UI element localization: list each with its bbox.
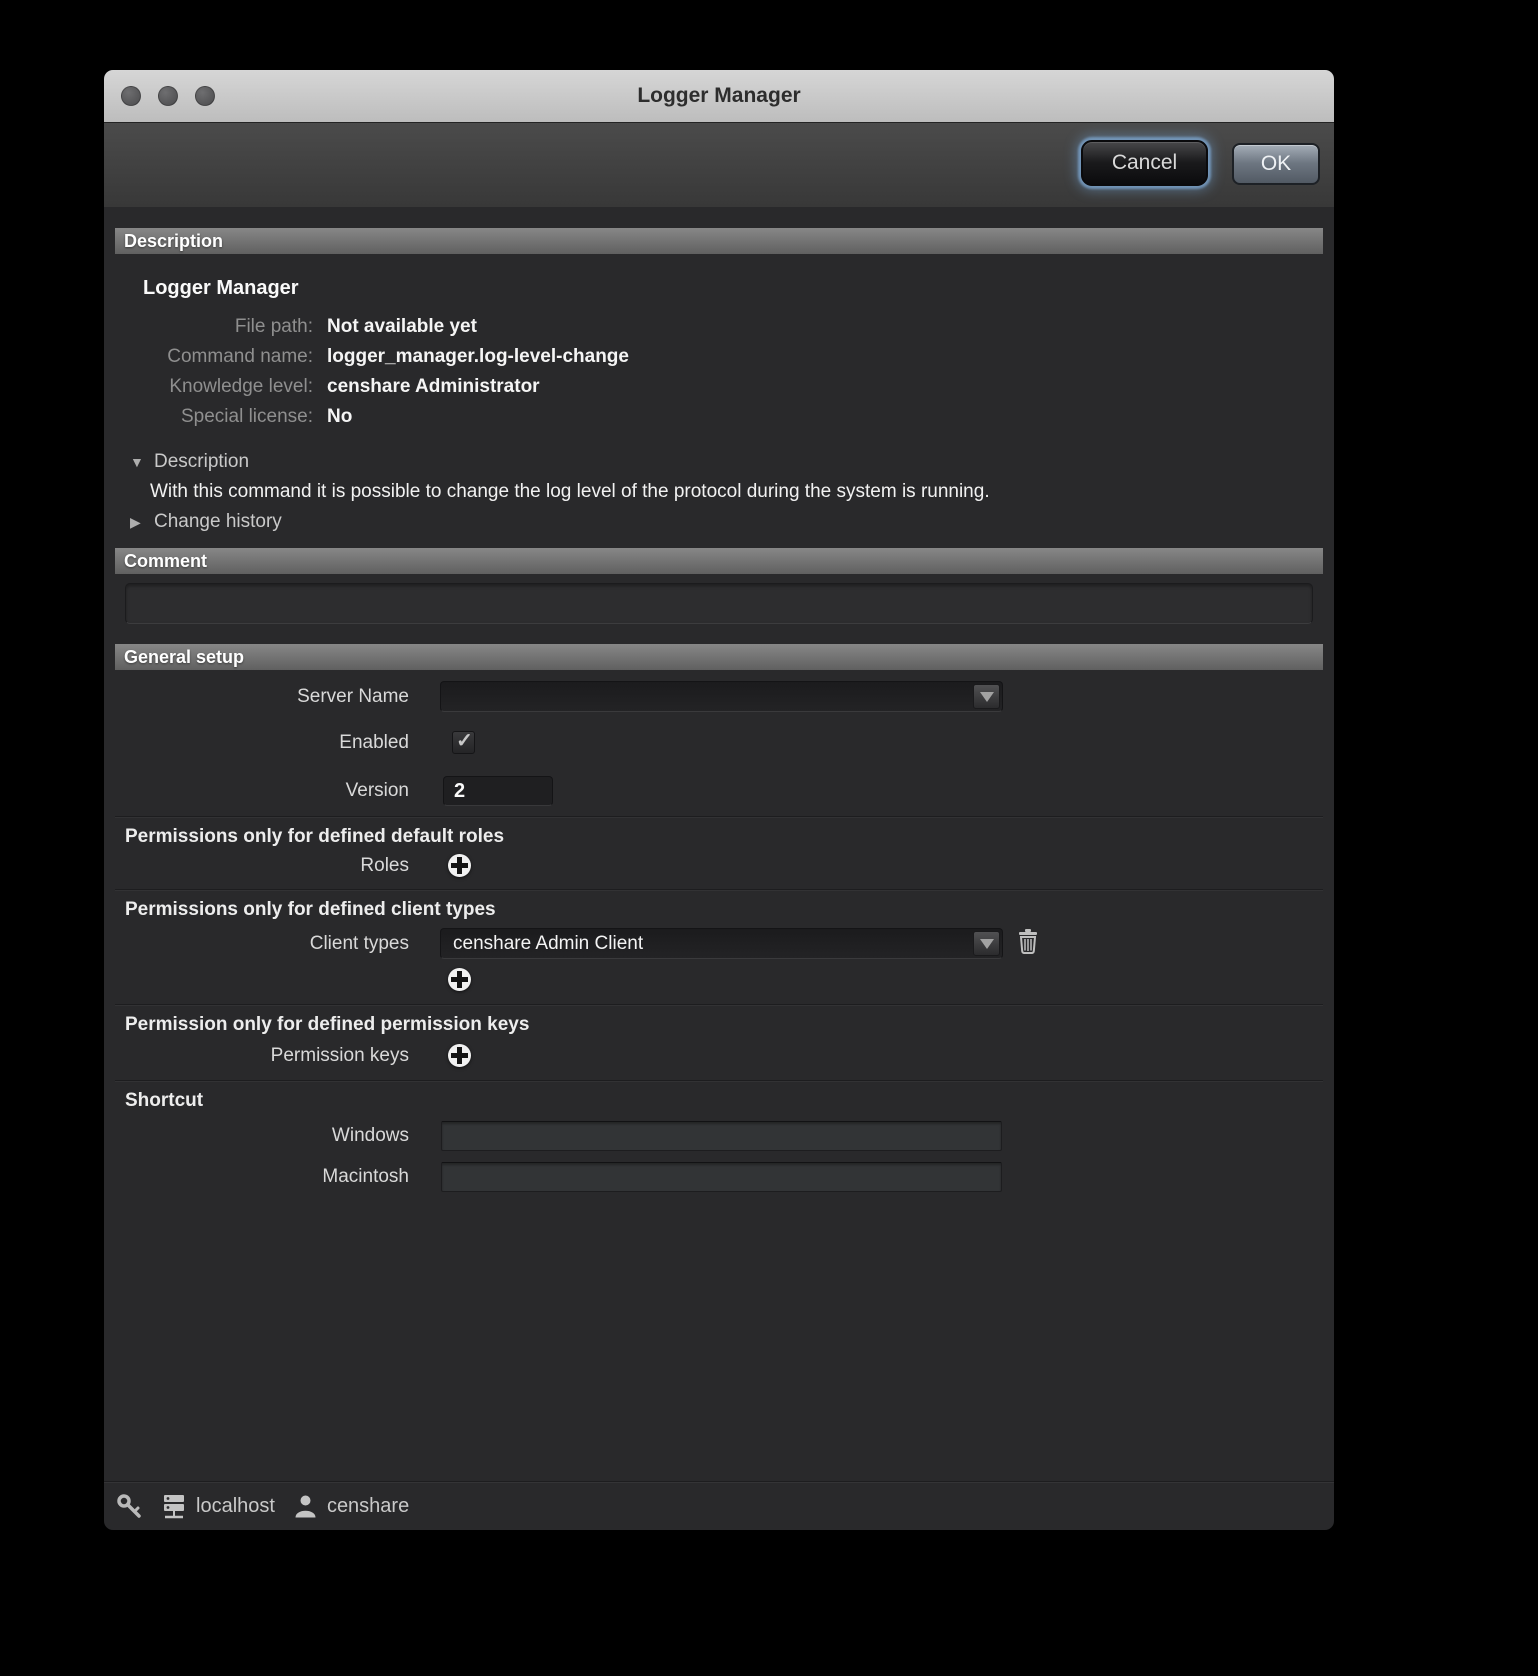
server-name-dropdown[interactable] — [440, 681, 1003, 712]
comment-textarea[interactable] — [125, 583, 1313, 624]
field-label: Command name: — [115, 342, 313, 372]
minimize-window-button[interactable] — [158, 86, 178, 106]
section-divider — [115, 1004, 1323, 1006]
add-client-type-button[interactable] — [448, 968, 471, 991]
window-titlebar: Logger Manager — [104, 70, 1334, 122]
description-toggle-label: Description — [154, 451, 249, 472]
field-label: File path: — [115, 312, 313, 342]
client-types-label: Client types — [115, 933, 409, 955]
disclosure-open-icon: ▼ — [130, 448, 154, 476]
description-text: With this command it is possible to chan… — [150, 478, 1323, 506]
field-value: Not available yet — [327, 312, 1323, 342]
dialog-toolbar: Cancel OK — [104, 122, 1334, 207]
window-controls — [121, 86, 215, 106]
server-name-label: Server Name — [115, 686, 409, 708]
client-type-selected-value: censhare Admin Client — [453, 933, 643, 955]
version-label: Version — [115, 780, 409, 802]
roles-label: Roles — [115, 855, 409, 877]
section-divider — [115, 889, 1323, 891]
dropdown-arrow-button[interactable] — [973, 931, 1000, 956]
client-types-row: Client types censhare Admin Client — [115, 928, 1323, 959]
cancel-button[interactable]: Cancel — [1081, 140, 1208, 186]
status-user-name: censhare — [327, 1495, 409, 1518]
zoom-window-button[interactable] — [195, 86, 215, 106]
permissions-key-icon — [116, 1493, 143, 1520]
delete-client-type-button[interactable] — [1017, 928, 1039, 959]
field-label: Special license: — [115, 402, 313, 432]
ok-button[interactable]: OK — [1232, 143, 1320, 185]
change-history-disclosure-toggle[interactable]: ▶Change history — [130, 508, 1323, 536]
add-permission-key-button[interactable] — [448, 1044, 471, 1067]
windows-label: Windows — [115, 1125, 409, 1147]
shortcut-header: Shortcut — [115, 1084, 1323, 1112]
description-disclosure-toggle[interactable]: ▼Description — [130, 448, 1323, 476]
command-info-grid: File path: Not available yet Command nam… — [115, 312, 1323, 432]
permission-keys-header: Permission only for defined permission k… — [115, 1008, 1323, 1036]
description-section-header: Description — [115, 228, 1323, 254]
macintosh-shortcut-input[interactable] — [441, 1162, 1002, 1192]
status-bar: localhost censhare — [104, 1481, 1334, 1530]
permission-keys-row: Permission keys — [115, 1044, 1323, 1067]
screen-background: Logger Manager Cancel OK Description Log… — [0, 0, 1538, 1676]
user-icon — [293, 1493, 318, 1519]
chevron-down-icon — [980, 692, 994, 702]
enabled-checkbox[interactable]: ✓ — [452, 731, 475, 754]
client-types-permissions-header: Permissions only for defined client type… — [115, 893, 1323, 921]
field-value: censhare Administrator — [327, 372, 1323, 402]
version-row: Version — [115, 776, 1323, 806]
windows-shortcut-row: Windows — [115, 1121, 1323, 1151]
close-window-button[interactable] — [121, 86, 141, 106]
field-value: No — [327, 402, 1323, 432]
trash-icon — [1017, 928, 1039, 954]
window-title: Logger Manager — [637, 84, 800, 108]
roles-row: Roles — [115, 854, 1323, 877]
change-history-toggle-label: Change history — [154, 511, 282, 532]
server-name-row: Server Name — [115, 681, 1323, 712]
macintosh-label: Macintosh — [115, 1166, 409, 1188]
enabled-row: Enabled ✓ — [115, 731, 1323, 754]
comment-section-header: Comment — [115, 548, 1323, 574]
macintosh-shortcut-row: Macintosh — [115, 1162, 1323, 1192]
command-title: Logger Manager — [143, 277, 1323, 300]
chevron-down-icon — [980, 939, 994, 949]
windows-shortcut-input[interactable] — [441, 1121, 1002, 1151]
disclosure-closed-icon: ▶ — [130, 508, 154, 536]
general-setup-section-header: General setup — [115, 644, 1323, 670]
dialog-content: Description Logger Manager File path: No… — [104, 207, 1334, 1530]
add-role-button[interactable] — [448, 854, 471, 877]
status-server-name: localhost — [196, 1495, 275, 1518]
field-label: Knowledge level: — [115, 372, 313, 402]
logger-manager-window: Logger Manager Cancel OK Description Log… — [104, 70, 1334, 1530]
version-input[interactable] — [443, 776, 553, 806]
server-icon — [161, 1493, 187, 1520]
roles-permissions-header: Permissions only for defined default rol… — [115, 820, 1323, 848]
section-divider — [115, 816, 1323, 818]
permission-keys-label: Permission keys — [115, 1045, 409, 1067]
field-value: logger_manager.log-level-change — [327, 342, 1323, 372]
client-type-dropdown[interactable]: censhare Admin Client — [440, 928, 1003, 959]
section-divider — [115, 1080, 1323, 1082]
dropdown-arrow-button[interactable] — [973, 684, 1000, 709]
add-client-type-row — [115, 968, 1323, 991]
checkmark-icon: ✓ — [456, 728, 473, 753]
enabled-label: Enabled — [115, 732, 409, 754]
